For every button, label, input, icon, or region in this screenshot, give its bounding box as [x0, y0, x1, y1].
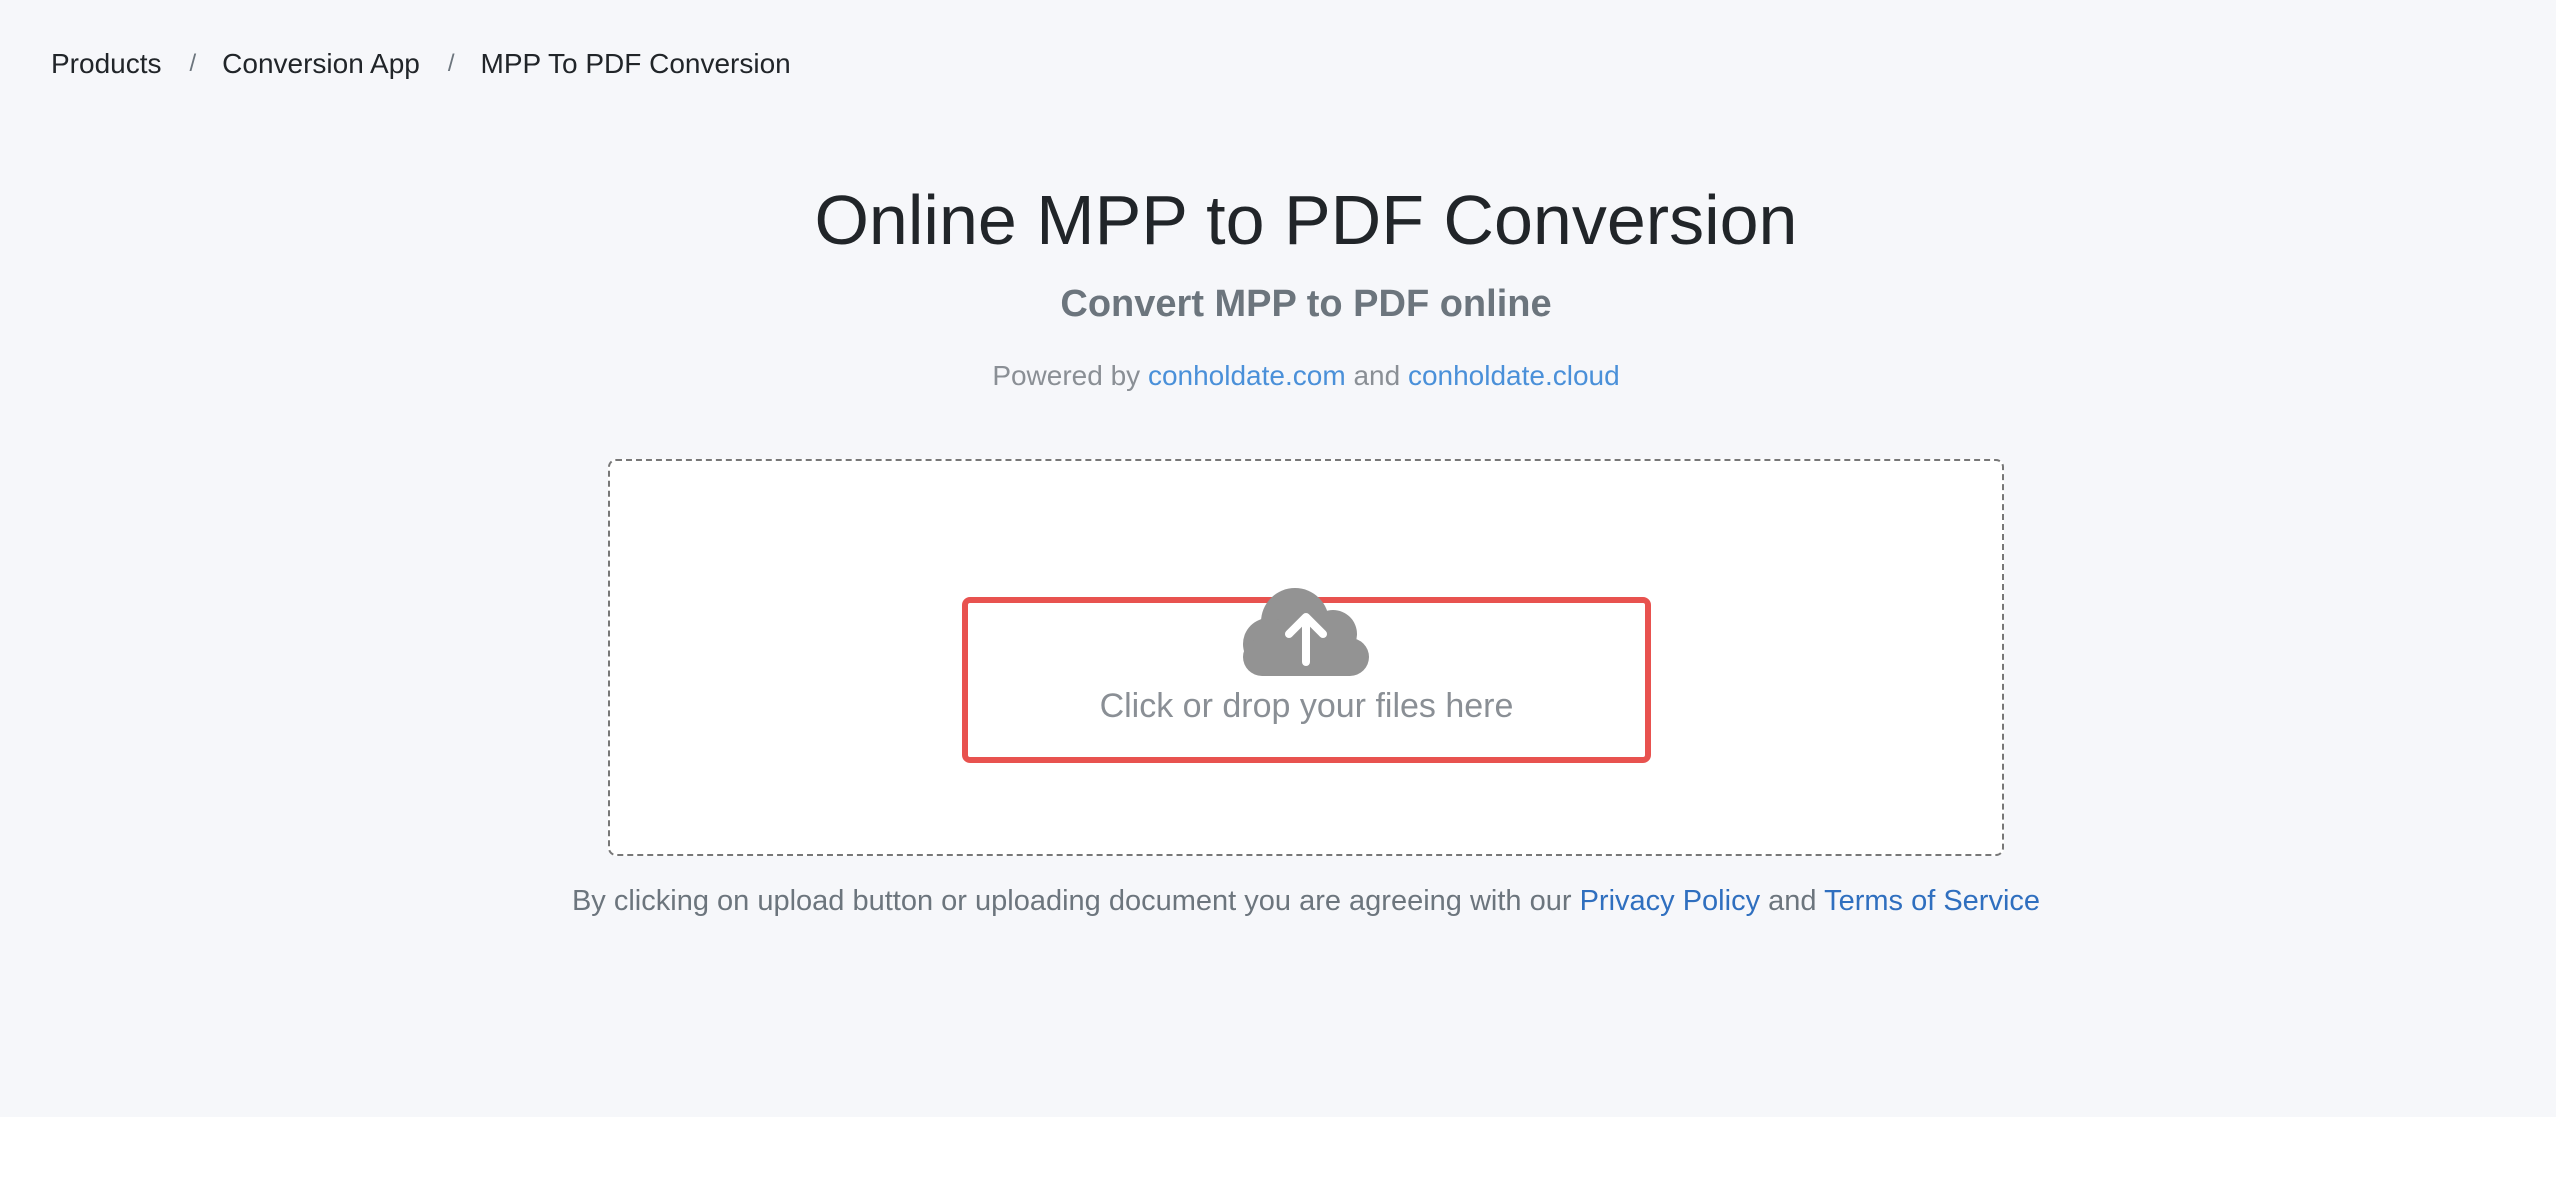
- breadcrumb: Products / Conversion App / MPP To PDF C…: [51, 44, 791, 84]
- agreement-and: and: [1768, 885, 1817, 917]
- breadcrumb-separator: /: [189, 50, 197, 77]
- terms-of-service-link[interactable]: Terms of Service: [1824, 885, 2040, 917]
- page-subtitle: Convert MPP to PDF online: [1060, 283, 1552, 325]
- conholdate-cloud-link[interactable]: conholdate.cloud: [1408, 360, 1620, 391]
- agreement-prefix: By clicking on upload button or uploadin…: [571, 885, 1572, 917]
- breadcrumb-current: MPP To PDF Conversion: [480, 48, 791, 79]
- upload-label: Click or drop your files here: [1099, 687, 1514, 725]
- powered-by-prefix: Powered by: [992, 360, 1141, 391]
- privacy-policy-link[interactable]: Privacy Policy: [1580, 885, 1761, 917]
- breadcrumb-products[interactable]: Products: [51, 48, 162, 80]
- powered-by-and: and: [1353, 360, 1401, 391]
- powered-by-line: Powered by conholdate.com and conholdate…: [0, 356, 2556, 396]
- page-title: Online MPP to PDF Conversion: [814, 181, 1798, 259]
- cloud-upload-icon: [1243, 588, 1369, 676]
- conholdate-com-link[interactable]: conholdate.com: [1148, 360, 1346, 391]
- agreement-text: By clicking on upload button or uploadin…: [0, 881, 2556, 921]
- breadcrumb-conversion-app[interactable]: Conversion App: [222, 48, 420, 80]
- hero-section: Products / Conversion App / MPP To PDF C…: [0, 0, 2556, 1117]
- breadcrumb-separator: /: [447, 50, 455, 77]
